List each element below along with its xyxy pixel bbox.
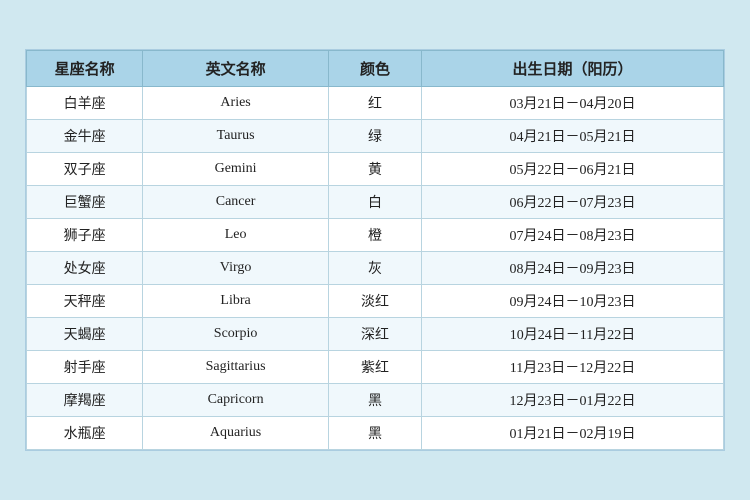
table-row: 摩羯座Capricorn黑12月23日－01月22日 (27, 384, 724, 417)
cell-date: 03月21日－04月20日 (421, 87, 723, 120)
cell-chinese: 射手座 (27, 351, 143, 384)
cell-date: 06月22日－07月23日 (421, 186, 723, 219)
table-row: 金牛座Taurus绿04月21日－05月21日 (27, 120, 724, 153)
cell-english: Libra (143, 285, 329, 318)
table-row: 水瓶座Aquarius黑01月21日－02月19日 (27, 417, 724, 450)
cell-english: Aquarius (143, 417, 329, 450)
cell-color: 灰 (329, 252, 422, 285)
cell-english: Aries (143, 87, 329, 120)
table-row: 天秤座Libra淡红09月24日－10月23日 (27, 285, 724, 318)
cell-english: Taurus (143, 120, 329, 153)
cell-color: 淡红 (329, 285, 422, 318)
table-header-row: 星座名称 英文名称 颜色 出生日期（阳历） (27, 51, 724, 87)
cell-color: 黄 (329, 153, 422, 186)
cell-chinese: 金牛座 (27, 120, 143, 153)
cell-english: Scorpio (143, 318, 329, 351)
cell-color: 黑 (329, 417, 422, 450)
table-row: 射手座Sagittarius紫红11月23日－12月22日 (27, 351, 724, 384)
header-color: 颜色 (329, 51, 422, 87)
cell-date: 11月23日－12月22日 (421, 351, 723, 384)
header-english: 英文名称 (143, 51, 329, 87)
cell-date: 12月23日－01月22日 (421, 384, 723, 417)
cell-english: Cancer (143, 186, 329, 219)
table-row: 白羊座Aries红03月21日－04月20日 (27, 87, 724, 120)
cell-chinese: 水瓶座 (27, 417, 143, 450)
cell-date: 10月24日－11月22日 (421, 318, 723, 351)
cell-color: 黑 (329, 384, 422, 417)
cell-chinese: 天秤座 (27, 285, 143, 318)
header-chinese: 星座名称 (27, 51, 143, 87)
table-body: 白羊座Aries红03月21日－04月20日金牛座Taurus绿04月21日－0… (27, 87, 724, 450)
zodiac-table: 星座名称 英文名称 颜色 出生日期（阳历） 白羊座Aries红03月21日－04… (26, 50, 724, 450)
cell-date: 04月21日－05月21日 (421, 120, 723, 153)
table-row: 处女座Virgo灰08月24日－09月23日 (27, 252, 724, 285)
cell-english: Virgo (143, 252, 329, 285)
cell-chinese: 摩羯座 (27, 384, 143, 417)
cell-english: Leo (143, 219, 329, 252)
cell-color: 紫红 (329, 351, 422, 384)
cell-english: Gemini (143, 153, 329, 186)
cell-date: 01月21日－02月19日 (421, 417, 723, 450)
cell-date: 08月24日－09月23日 (421, 252, 723, 285)
cell-english: Sagittarius (143, 351, 329, 384)
zodiac-table-container: 星座名称 英文名称 颜色 出生日期（阳历） 白羊座Aries红03月21日－04… (25, 49, 725, 451)
cell-color: 绿 (329, 120, 422, 153)
cell-chinese: 天蝎座 (27, 318, 143, 351)
cell-chinese: 处女座 (27, 252, 143, 285)
cell-english: Capricorn (143, 384, 329, 417)
header-date: 出生日期（阳历） (421, 51, 723, 87)
cell-color: 白 (329, 186, 422, 219)
cell-chinese: 双子座 (27, 153, 143, 186)
cell-color: 橙 (329, 219, 422, 252)
cell-color: 红 (329, 87, 422, 120)
cell-date: 05月22日－06月21日 (421, 153, 723, 186)
cell-color: 深红 (329, 318, 422, 351)
cell-chinese: 巨蟹座 (27, 186, 143, 219)
cell-chinese: 白羊座 (27, 87, 143, 120)
table-row: 天蝎座Scorpio深红10月24日－11月22日 (27, 318, 724, 351)
cell-date: 09月24日－10月23日 (421, 285, 723, 318)
table-row: 狮子座Leo橙07月24日－08月23日 (27, 219, 724, 252)
table-row: 双子座Gemini黄05月22日－06月21日 (27, 153, 724, 186)
table-row: 巨蟹座Cancer白06月22日－07月23日 (27, 186, 724, 219)
cell-date: 07月24日－08月23日 (421, 219, 723, 252)
cell-chinese: 狮子座 (27, 219, 143, 252)
